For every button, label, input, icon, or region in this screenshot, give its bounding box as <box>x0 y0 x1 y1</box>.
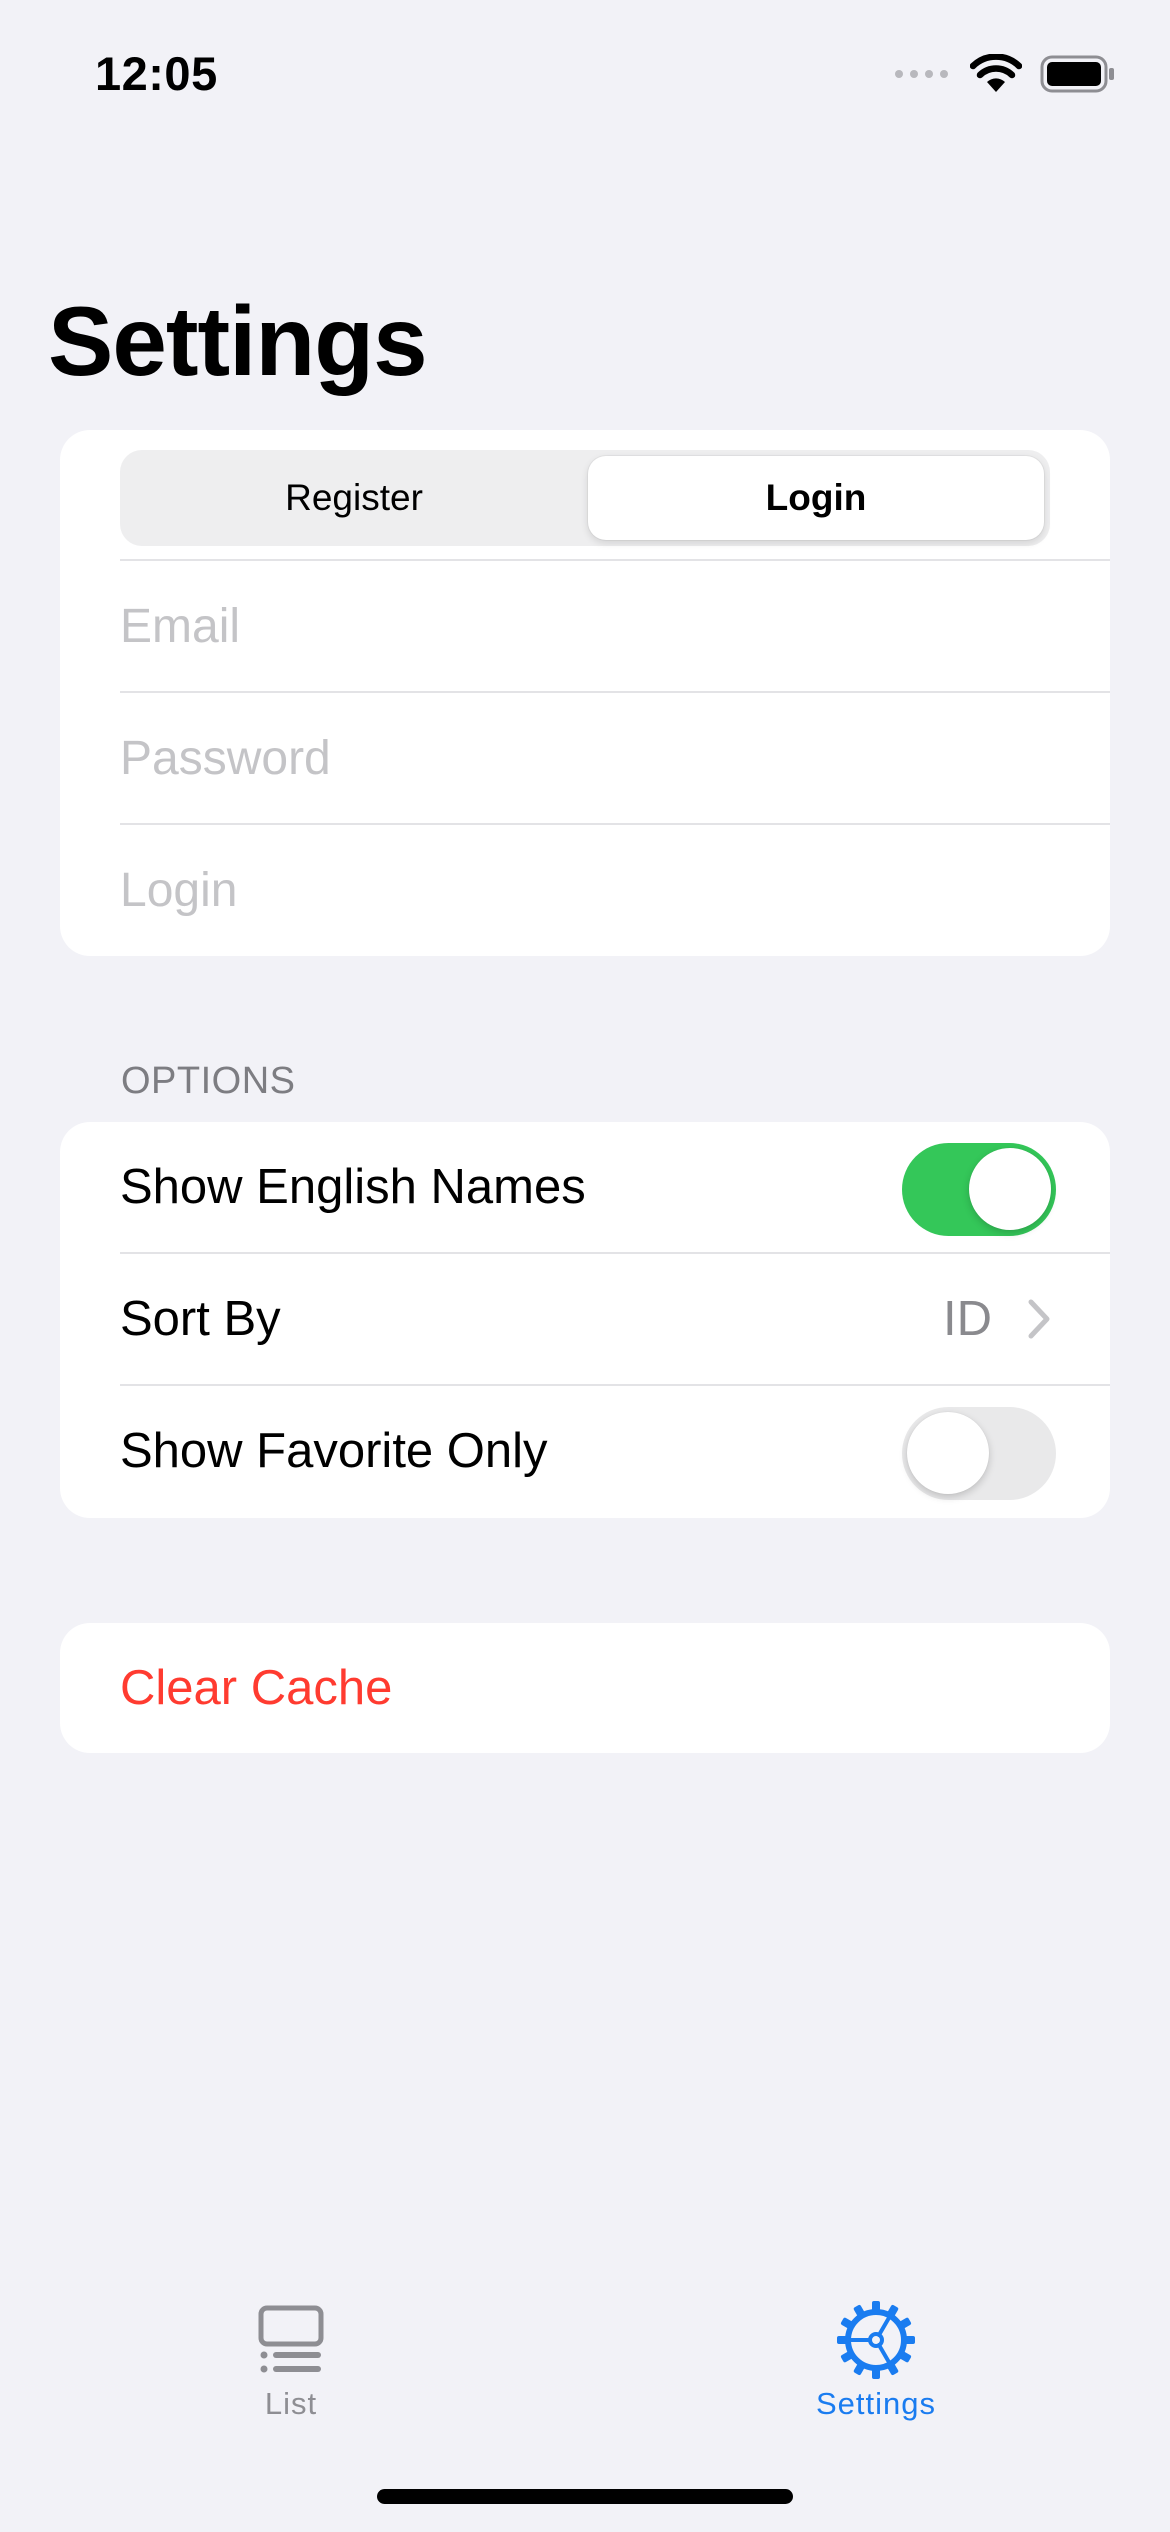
tab-list[interactable]: List <box>161 2300 421 2422</box>
status-time: 12:05 <box>95 47 218 100</box>
sort-by-value: ID <box>943 1292 992 1346</box>
options-section-header: OPTIONS <box>121 1060 296 1102</box>
clear-cache-button[interactable]: Clear Cache <box>120 1623 392 1753</box>
show-favorite-only-label: Show Favorite Only <box>120 1424 548 1478</box>
status-icons <box>895 52 1116 96</box>
gear-icon <box>837 2301 915 2379</box>
login-field[interactable] <box>120 825 1080 955</box>
status-bar: 12:05 <box>0 0 1170 150</box>
auth-segmented-control[interactable]: Register Login <box>120 450 1050 546</box>
list-icon <box>258 2305 324 2373</box>
toggle-knob <box>969 1148 1051 1230</box>
account-card: Register Login <box>60 430 1110 956</box>
chevron-right-icon <box>1028 1299 1050 1339</box>
segment-login[interactable]: Login <box>588 456 1044 540</box>
email-field[interactable] <box>120 561 1080 691</box>
show-english-names-label: Show English Names <box>120 1160 586 1214</box>
cache-card: Clear Cache <box>60 1623 1110 1753</box>
password-field[interactable] <box>120 693 1080 823</box>
tab-settings-label: Settings <box>815 2386 936 2421</box>
battery-icon <box>1040 55 1114 93</box>
show-favorite-only-toggle[interactable] <box>902 1407 1056 1500</box>
tab-list-label: List <box>264 2386 318 2421</box>
cellular-signal-icon <box>895 70 948 78</box>
show-english-names-row: Show English Names <box>60 1122 1110 1252</box>
segment-register[interactable]: Register <box>126 456 582 540</box>
sort-by-row[interactable]: Sort By ID <box>60 1254 1110 1384</box>
wifi-icon <box>970 54 1022 92</box>
sort-by-label: Sort By <box>120 1292 281 1346</box>
home-indicator <box>377 2489 793 2504</box>
page-title: Settings <box>48 286 428 396</box>
show-english-names-toggle[interactable] <box>902 1143 1056 1236</box>
options-card: Show English Names Sort By ID Show Favor… <box>60 1122 1110 1518</box>
show-favorite-only-row: Show Favorite Only <box>60 1386 1110 1516</box>
toggle-knob <box>907 1412 989 1494</box>
tab-settings[interactable]: Settings <box>746 2300 1006 2422</box>
